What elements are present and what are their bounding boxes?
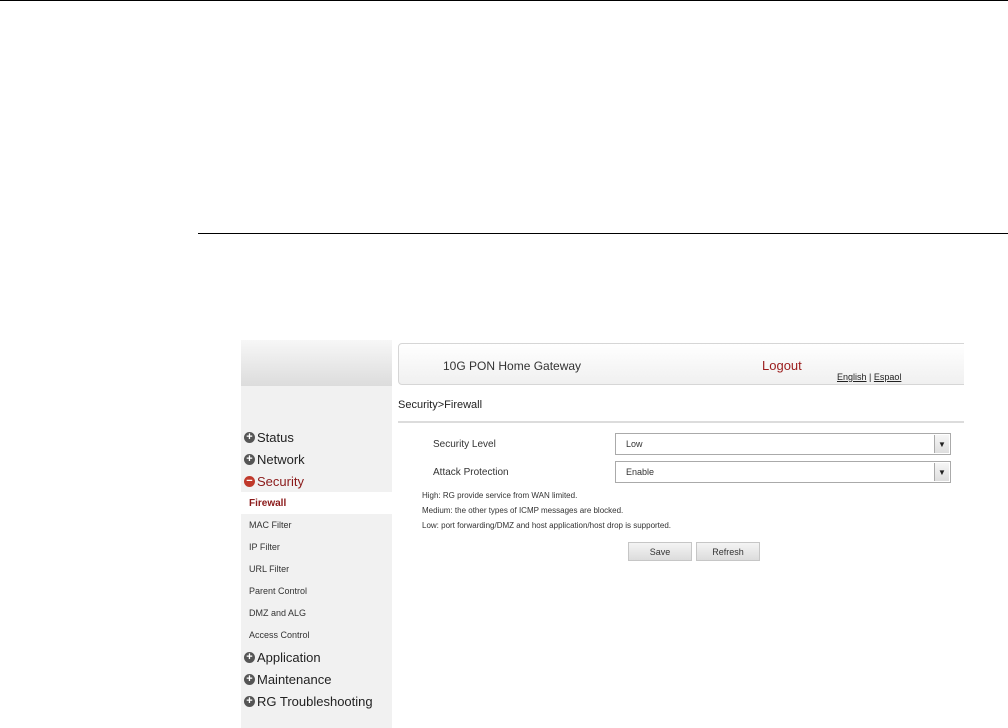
sidebar-subitem-access-control[interactable]: Access Control <box>241 624 392 646</box>
document-top-rule <box>0 0 1008 1</box>
sidebar: + Status + Network − Security Firewall M… <box>241 340 392 728</box>
attack-protection-select[interactable]: Enable ▼ <box>615 461 951 483</box>
sidebar-subitem-dmz-and-alg[interactable]: DMZ and ALG <box>241 602 392 624</box>
plus-circle-icon: + <box>244 695 255 707</box>
sidebar-item-label: Security <box>257 473 304 489</box>
sidebar-item-label: Status <box>257 429 294 445</box>
router-web-ui: + Status + Network − Security Firewall M… <box>241 340 964 728</box>
security-level-row: Security Level Low ▼ <box>392 433 964 455</box>
sidebar-subitem-ip-filter[interactable]: IP Filter <box>241 536 392 558</box>
save-button[interactable]: Save <box>628 542 692 561</box>
minus-circle-icon: − <box>244 475 255 487</box>
triangle-down-icon: ▼ <box>934 435 949 453</box>
sidebar-subitem-mac-filter[interactable]: MAC Filter <box>241 514 392 536</box>
language-separator: | <box>866 372 874 382</box>
sidebar-item-label: Network <box>257 451 305 467</box>
refresh-button[interactable]: Refresh <box>696 542 760 561</box>
description-high: High: RG provide service from WAN limite… <box>422 491 578 500</box>
main-content: 10G PON Home Gateway Logout English | Es… <box>392 340 964 728</box>
security-level-value: Low <box>626 439 643 449</box>
plus-circle-icon: + <box>244 453 255 465</box>
sidebar-item-label: Maintenance <box>257 671 332 687</box>
attack-protection-row: Attack Protection Enable ▼ <box>392 461 964 483</box>
language-espanol-link[interactable]: Espaol <box>874 372 902 382</box>
sidebar-subitem-parent-control[interactable]: Parent Control <box>241 580 392 602</box>
language-switcher: English | Espaol <box>837 372 901 382</box>
sidebar-subitem-url-filter[interactable]: URL Filter <box>241 558 392 580</box>
sidebar-subitem-firewall[interactable]: Firewall <box>241 492 392 514</box>
document-section-rule <box>198 233 1008 234</box>
attack-protection-label: Attack Protection <box>433 467 509 478</box>
logout-link[interactable]: Logout <box>762 358 802 373</box>
sidebar-menu: + Status + Network − Security Firewall M… <box>241 426 392 712</box>
sidebar-item-label: RG Troubleshooting <box>257 693 373 709</box>
sidebar-item-status[interactable]: + Status <box>241 426 392 448</box>
sidebar-item-security[interactable]: − Security <box>241 470 392 492</box>
security-level-label: Security Level <box>433 439 496 450</box>
sidebar-item-rg-troubleshooting[interactable]: + RG Troubleshooting <box>241 690 392 712</box>
plus-circle-icon: + <box>244 673 255 685</box>
top-header: 10G PON Home Gateway Logout English | Es… <box>398 343 964 385</box>
description-low: Low: port forwarding/DMZ and host applic… <box>422 521 672 530</box>
breadcrumb: Security>Firewall <box>398 399 483 411</box>
plus-circle-icon: + <box>244 651 255 663</box>
language-english-link[interactable]: English <box>837 372 867 382</box>
description-medium: Medium: the other types of ICMP messages… <box>422 506 624 515</box>
security-level-select[interactable]: Low ▼ <box>615 433 951 455</box>
attack-protection-value: Enable <box>626 467 655 477</box>
plus-circle-icon: + <box>244 431 255 443</box>
brand-title: 10G PON Home Gateway <box>443 359 582 373</box>
sidebar-header <box>241 340 392 386</box>
sidebar-item-network[interactable]: + Network <box>241 448 392 470</box>
triangle-down-icon: ▼ <box>934 463 949 481</box>
sidebar-item-label: Application <box>257 649 321 665</box>
breadcrumb-divider <box>398 421 964 423</box>
sidebar-item-application[interactable]: + Application <box>241 646 392 668</box>
sidebar-item-maintenance[interactable]: + Maintenance <box>241 668 392 690</box>
